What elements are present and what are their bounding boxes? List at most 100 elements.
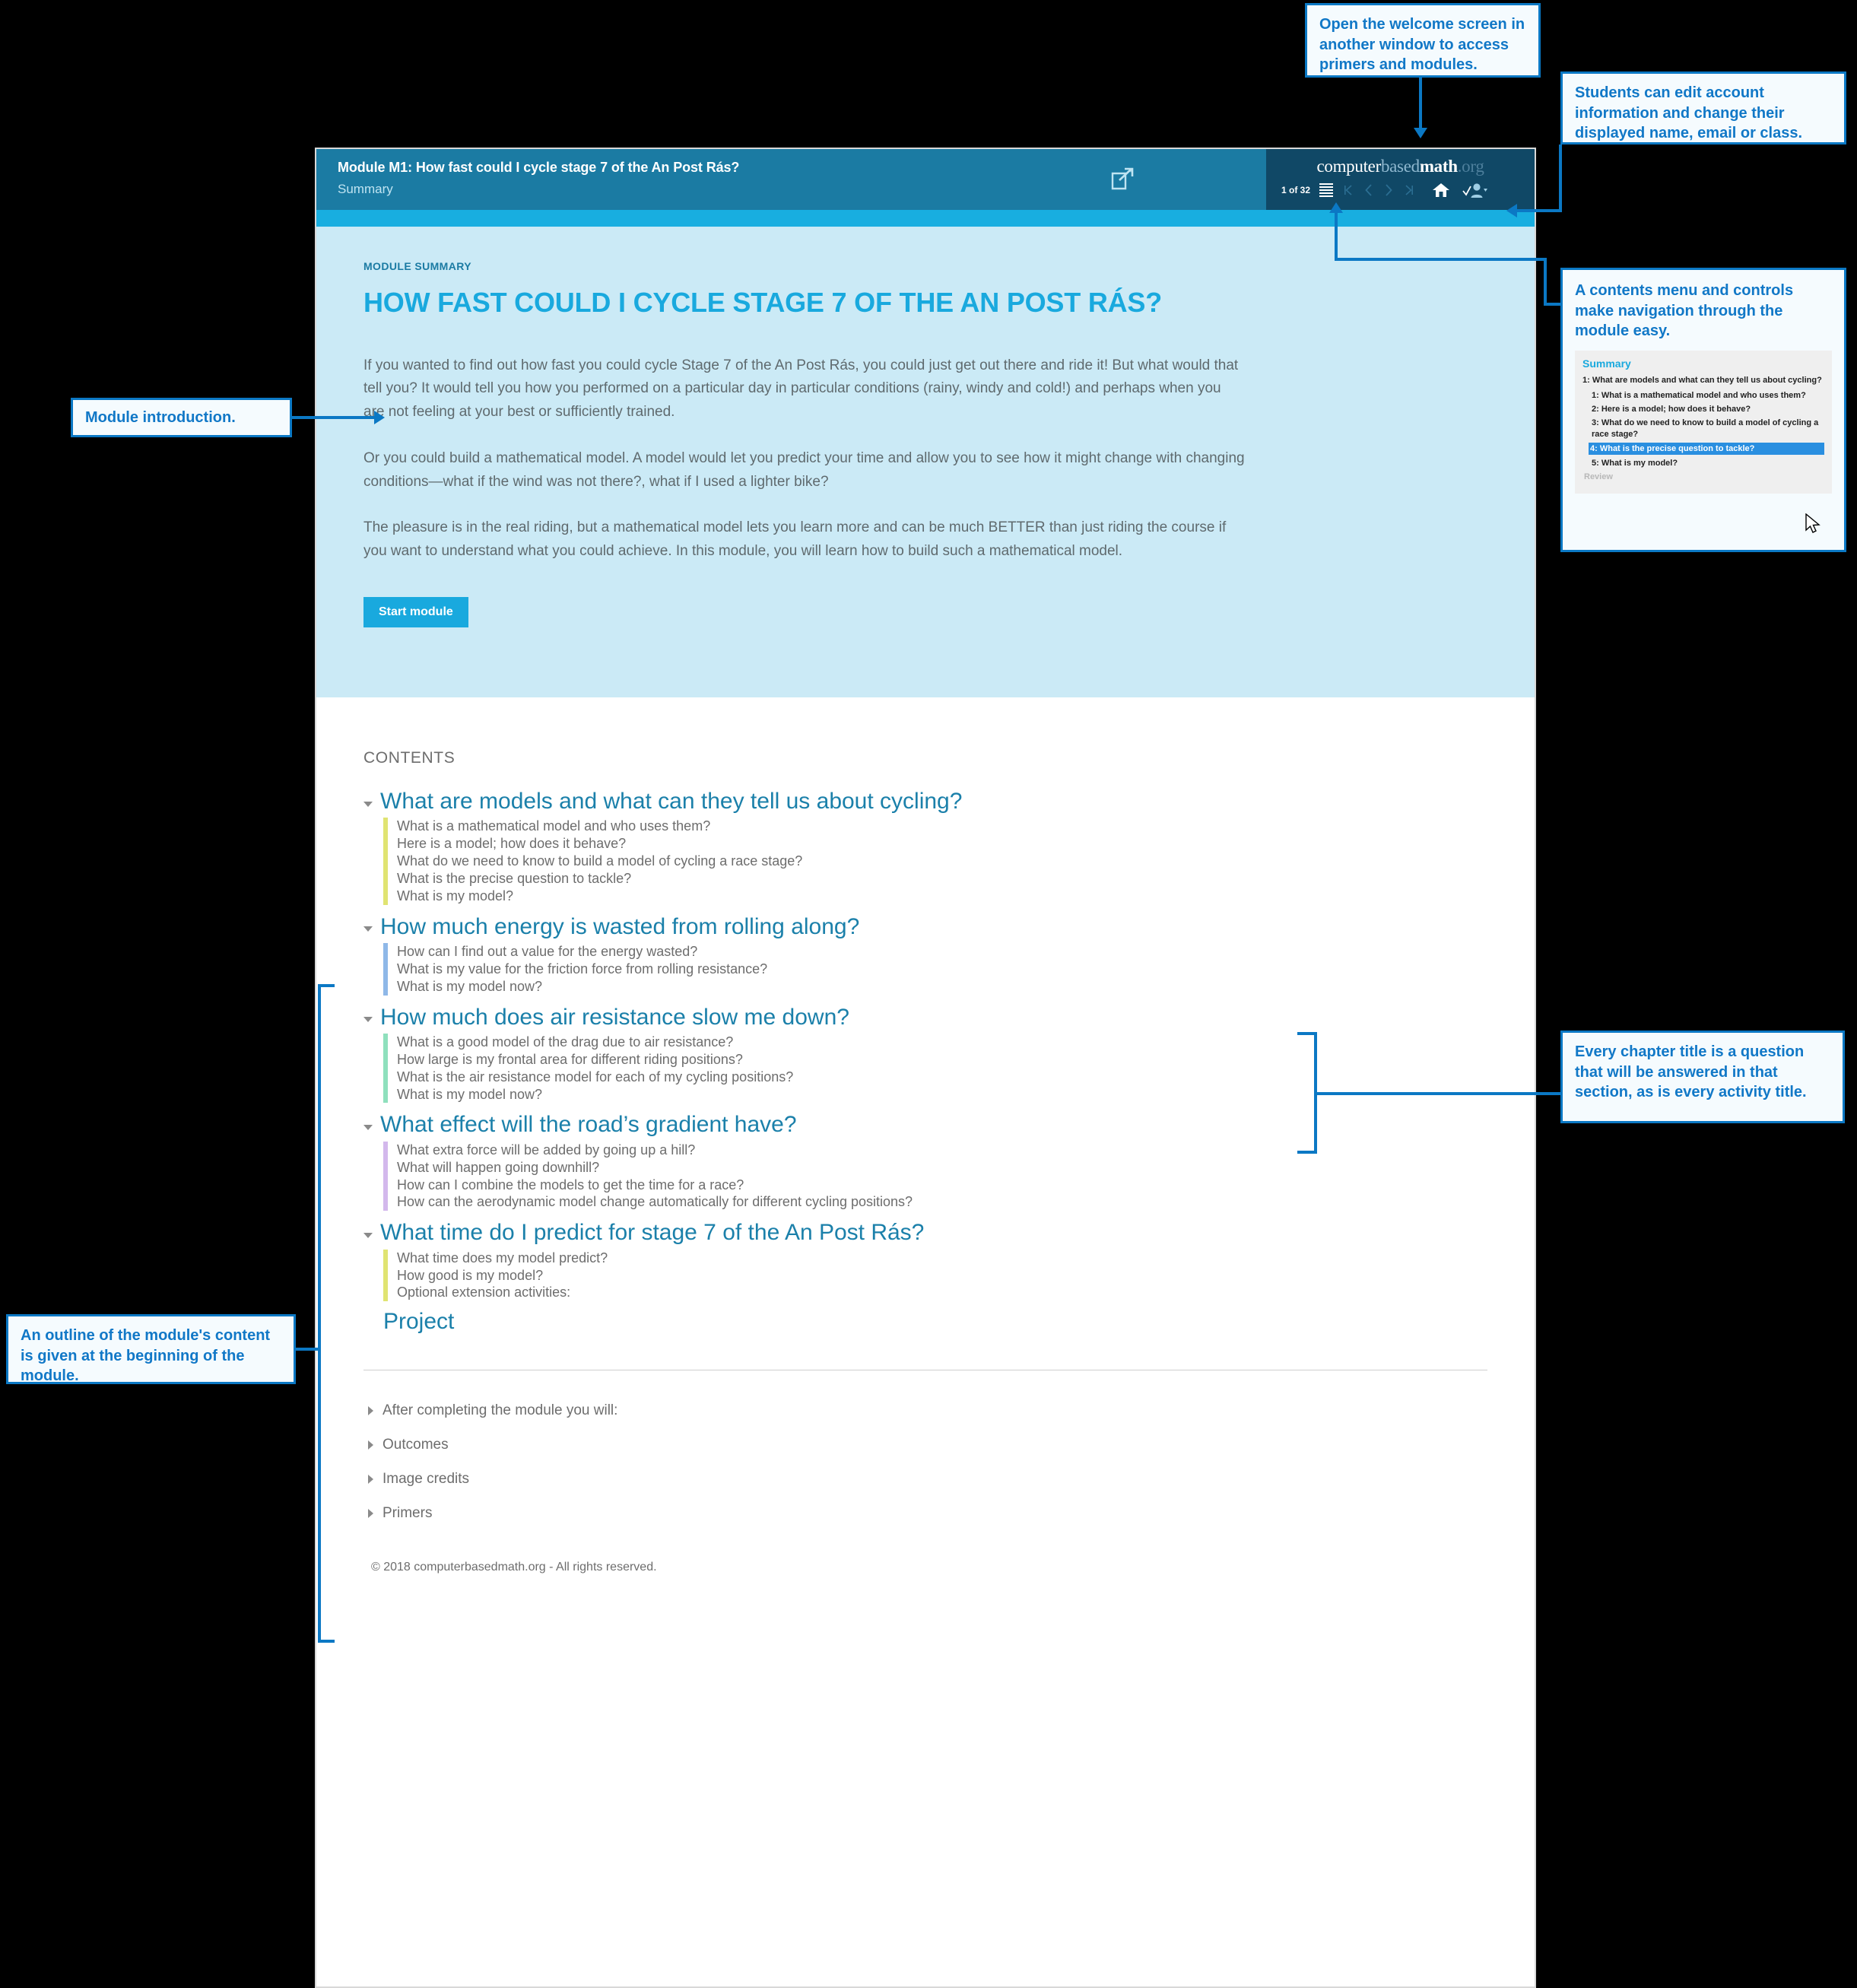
open-in-new-window-icon[interactable] bbox=[1109, 166, 1135, 192]
thumb-menu-item[interactable]: 1: What is a mathematical model and who … bbox=[1592, 390, 1824, 401]
summary-paragraph: The pleasure is in the real riding, but … bbox=[363, 519, 1227, 560]
footer-sections: After completing the module you will: Ou… bbox=[316, 1370, 1535, 1522]
contents-menu-thumbnail: Summary 1: What are models and what can … bbox=[1575, 350, 1832, 533]
chevron-down-icon[interactable] bbox=[363, 1017, 373, 1023]
annotation-bracket bbox=[318, 984, 321, 1643]
activity-item[interactable]: Here is a model; how does it behave? bbox=[397, 835, 1487, 853]
activity-list: What is a mathematical model and who use… bbox=[383, 818, 1487, 905]
chevron-down-icon[interactable] bbox=[363, 1125, 373, 1131]
footer-section-row[interactable]: After completing the module you will: bbox=[368, 1402, 1487, 1419]
activity-item[interactable]: What is my model? bbox=[397, 888, 1487, 905]
thumb-menu-item[interactable]: 3: What do we need to know to build a mo… bbox=[1592, 418, 1824, 440]
module-summary-section: MODULE SUMMARY HOW FAST COULD I CYCLE ST… bbox=[316, 227, 1535, 697]
activity-item[interactable]: How can the aerodynamic model change aut… bbox=[397, 1193, 1487, 1211]
header-titles: Module M1: How fast could I cycle stage … bbox=[316, 149, 739, 210]
annotation-bracket bbox=[1297, 1151, 1317, 1154]
summary-paragraph: If you wanted to find out how fast you c… bbox=[363, 357, 1239, 421]
activity-item[interactable]: What is my value for the friction force … bbox=[397, 961, 1487, 978]
activity-item[interactable]: What is a good model of the drag due to … bbox=[397, 1034, 1487, 1051]
section-eyebrow-label: MODULE SUMMARY bbox=[363, 260, 471, 272]
annotation-outline: An outline of the module's content is gi… bbox=[6, 1314, 296, 1384]
account-user-icon[interactable] bbox=[1462, 182, 1488, 198]
chapter-header[interactable]: What time do I predict for stage 7 of th… bbox=[363, 1218, 1487, 1247]
header-brand-nav-panel: computerbasedmath.org 1 of 32 bbox=[1266, 149, 1535, 210]
footer-section-row[interactable]: Primers bbox=[368, 1505, 1487, 1522]
activity-item[interactable]: What is the precise question to tackle? bbox=[397, 870, 1487, 888]
annotation-bracket bbox=[1314, 1032, 1317, 1154]
contents-chapter: How much does air resistance slow me dow… bbox=[363, 1003, 1487, 1104]
activity-item[interactable]: How can I combine the models to get the … bbox=[397, 1177, 1487, 1194]
chapter-title[interactable]: How much energy is wasted from rolling a… bbox=[380, 913, 859, 942]
annotation-connector bbox=[1419, 78, 1422, 134]
chevron-right-icon[interactable] bbox=[368, 1406, 373, 1416]
chevron-down-icon[interactable] bbox=[363, 1232, 373, 1238]
module-nav-bar: 1 of 32 bbox=[1266, 182, 1535, 198]
first-page-button[interactable] bbox=[1342, 183, 1354, 197]
page-title: HOW FAST COULD I CYCLE STAGE 7 OF THE AN… bbox=[363, 287, 1163, 318]
activity-item[interactable]: How large is my frontal area for differe… bbox=[397, 1051, 1487, 1069]
footer-section-label: After completing the module you will: bbox=[383, 1402, 618, 1419]
chevron-down-icon[interactable] bbox=[363, 926, 373, 932]
footer-section-label: Primers bbox=[383, 1505, 433, 1522]
project-link[interactable]: Project bbox=[383, 1309, 1487, 1335]
thumb-menu-item[interactable]: 2: Here is a model; how does it behave? bbox=[1592, 404, 1824, 414]
home-icon[interactable] bbox=[1432, 182, 1450, 198]
chapter-header[interactable]: How much does air resistance slow me dow… bbox=[363, 1003, 1487, 1032]
chevron-right-icon[interactable] bbox=[368, 1475, 373, 1485]
mouse-pointer-icon bbox=[1805, 513, 1820, 533]
brand-computer: computer bbox=[1316, 157, 1381, 176]
app-header: Module M1: How fast could I cycle stage … bbox=[316, 149, 1535, 210]
thumb-menu-item[interactable]: 5: What is my model? bbox=[1592, 458, 1824, 468]
thumb-review-label: Review bbox=[1584, 472, 1613, 482]
activity-item[interactable]: Optional extension activities: bbox=[397, 1284, 1487, 1301]
footer-section-row[interactable]: Image credits bbox=[368, 1471, 1487, 1488]
annotation-arrow-right bbox=[374, 411, 385, 424]
contents-label: CONTENTS bbox=[363, 748, 456, 767]
chapter-header[interactable]: What effect will the road’s gradient hav… bbox=[363, 1110, 1487, 1139]
activity-item[interactable]: What time does my model predict? bbox=[397, 1250, 1487, 1267]
activity-item[interactable]: What will happen going downhill? bbox=[397, 1159, 1487, 1177]
thumb-summary-label: Summary bbox=[1582, 357, 1631, 370]
next-page-button[interactable] bbox=[1383, 183, 1394, 198]
brand-based: based bbox=[1380, 157, 1420, 176]
module-subtitle: Summary bbox=[338, 182, 393, 196]
brand-org: .org bbox=[1457, 157, 1484, 176]
chevron-right-icon[interactable] bbox=[368, 1509, 373, 1519]
activity-item[interactable]: What do we need to know to build a model… bbox=[397, 853, 1487, 870]
annotation-bracket bbox=[1297, 1032, 1317, 1035]
activity-item[interactable]: How can I find out a value for the energ… bbox=[397, 943, 1487, 961]
contents-chapter: What time do I predict for stage 7 of th… bbox=[363, 1218, 1487, 1302]
annotation-module-intro: Module introduction. bbox=[71, 398, 292, 437]
annotation-contents-menu: A contents menu and controls make naviga… bbox=[1560, 268, 1846, 552]
chevron-right-icon[interactable] bbox=[368, 1440, 373, 1450]
brand-logo[interactable]: computerbasedmath.org bbox=[1316, 157, 1484, 176]
activity-item[interactable]: How good is my model? bbox=[397, 1267, 1487, 1285]
activity-item[interactable]: What is a mathematical model and who use… bbox=[397, 818, 1487, 835]
module-title: Module M1: How fast could I cycle stage … bbox=[338, 160, 740, 175]
chapter-header[interactable]: How much energy is wasted from rolling a… bbox=[363, 913, 1487, 942]
contents-chapter: How much energy is wasted from rolling a… bbox=[363, 913, 1487, 996]
chapter-title[interactable]: How much does air resistance slow me dow… bbox=[380, 1003, 849, 1032]
activity-list: What time does my model predict? How goo… bbox=[383, 1249, 1487, 1302]
thumb-chapter-label: 1: What are models and what can they tel… bbox=[1582, 376, 1822, 386]
activity-item[interactable]: What is the air resistance model for eac… bbox=[397, 1069, 1487, 1086]
chapter-title[interactable]: What time do I predict for stage 7 of th… bbox=[380, 1218, 924, 1247]
start-module-button[interactable]: Start module bbox=[363, 596, 468, 627]
contents-list-icon[interactable] bbox=[1319, 183, 1334, 197]
chevron-down-icon[interactable] bbox=[363, 801, 373, 807]
chapter-title[interactable]: What effect will the road’s gradient hav… bbox=[380, 1110, 797, 1139]
activity-item[interactable]: What is my model now? bbox=[397, 978, 1487, 996]
brand-math: math bbox=[1419, 157, 1458, 176]
activity-item[interactable]: What extra force will be added by going … bbox=[397, 1142, 1487, 1159]
previous-page-button[interactable] bbox=[1363, 183, 1374, 198]
annotation-connector bbox=[1335, 209, 1338, 261]
thumb-menu-item-selected[interactable]: 4: What is the precise question to tackl… bbox=[1589, 442, 1824, 456]
chapter-title[interactable]: What are models and what can they tell u… bbox=[380, 787, 962, 816]
footer-section-row[interactable]: Outcomes bbox=[368, 1437, 1487, 1453]
last-page-button[interactable] bbox=[1403, 183, 1415, 197]
annotation-account: Students can edit account information an… bbox=[1560, 71, 1846, 144]
activity-list: What extra force will be added by going … bbox=[383, 1141, 1487, 1212]
chapter-header[interactable]: What are models and what can they tell u… bbox=[363, 787, 1487, 816]
annotation-connector bbox=[1314, 1092, 1562, 1095]
annotation-connector bbox=[1544, 258, 1547, 305]
